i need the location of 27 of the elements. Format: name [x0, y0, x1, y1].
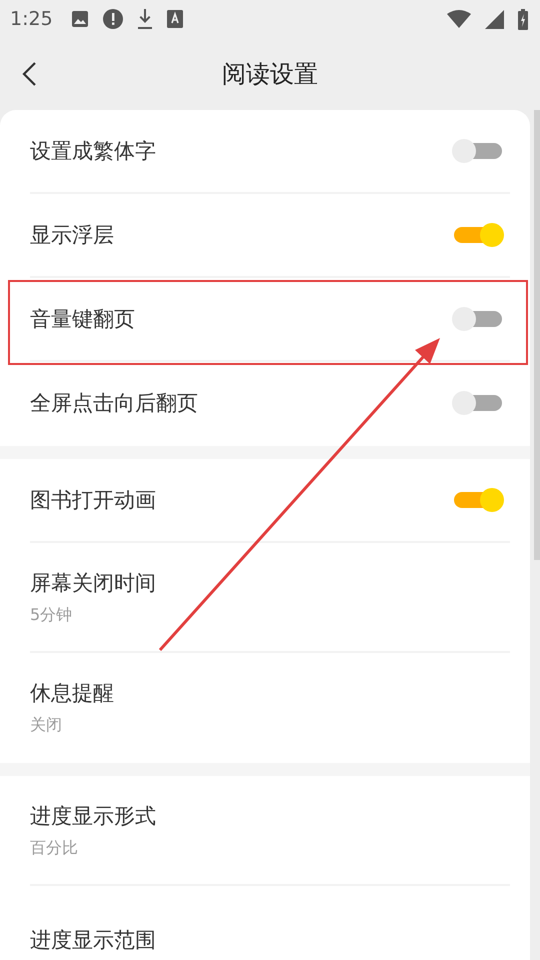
- alert-icon: [102, 9, 123, 29]
- signal-icon: [485, 10, 504, 28]
- setting-value: 百分比: [30, 838, 79, 858]
- setting-label: 全屏点击向后翻页: [30, 390, 199, 417]
- image-icon: [70, 10, 89, 28]
- setting-value: 关闭: [30, 714, 63, 736]
- setting-label: 进度显示形式: [30, 802, 157, 830]
- setting-value: 5分钟: [30, 604, 74, 626]
- font-icon: [166, 10, 183, 28]
- setting-label: 显示浮层: [30, 222, 115, 249]
- toggle-switch[interactable]: [452, 222, 504, 248]
- toggle-switch[interactable]: [452, 390, 504, 416]
- setting-label: 音量键翻页: [30, 306, 136, 333]
- download-icon: [136, 9, 153, 29]
- setting-label: 设置成繁体字: [30, 138, 157, 165]
- toggle-switch[interactable]: [452, 138, 504, 164]
- status-time: 1:25: [10, 8, 53, 30]
- setting-label: 休息提醒: [30, 680, 115, 706]
- page-title: 阅读设置: [222, 59, 318, 90]
- setting-label: 屏幕关闭时间: [30, 570, 157, 596]
- setting-label: 进度显示范围: [30, 927, 157, 954]
- setting-label: 图书打开动画: [30, 487, 157, 514]
- toggle-switch[interactable]: [452, 306, 504, 332]
- chevron-left-icon: [21, 62, 39, 86]
- wifi-icon: [447, 9, 471, 29]
- battery-icon: [518, 8, 528, 30]
- toggle-switch[interactable]: [452, 487, 504, 513]
